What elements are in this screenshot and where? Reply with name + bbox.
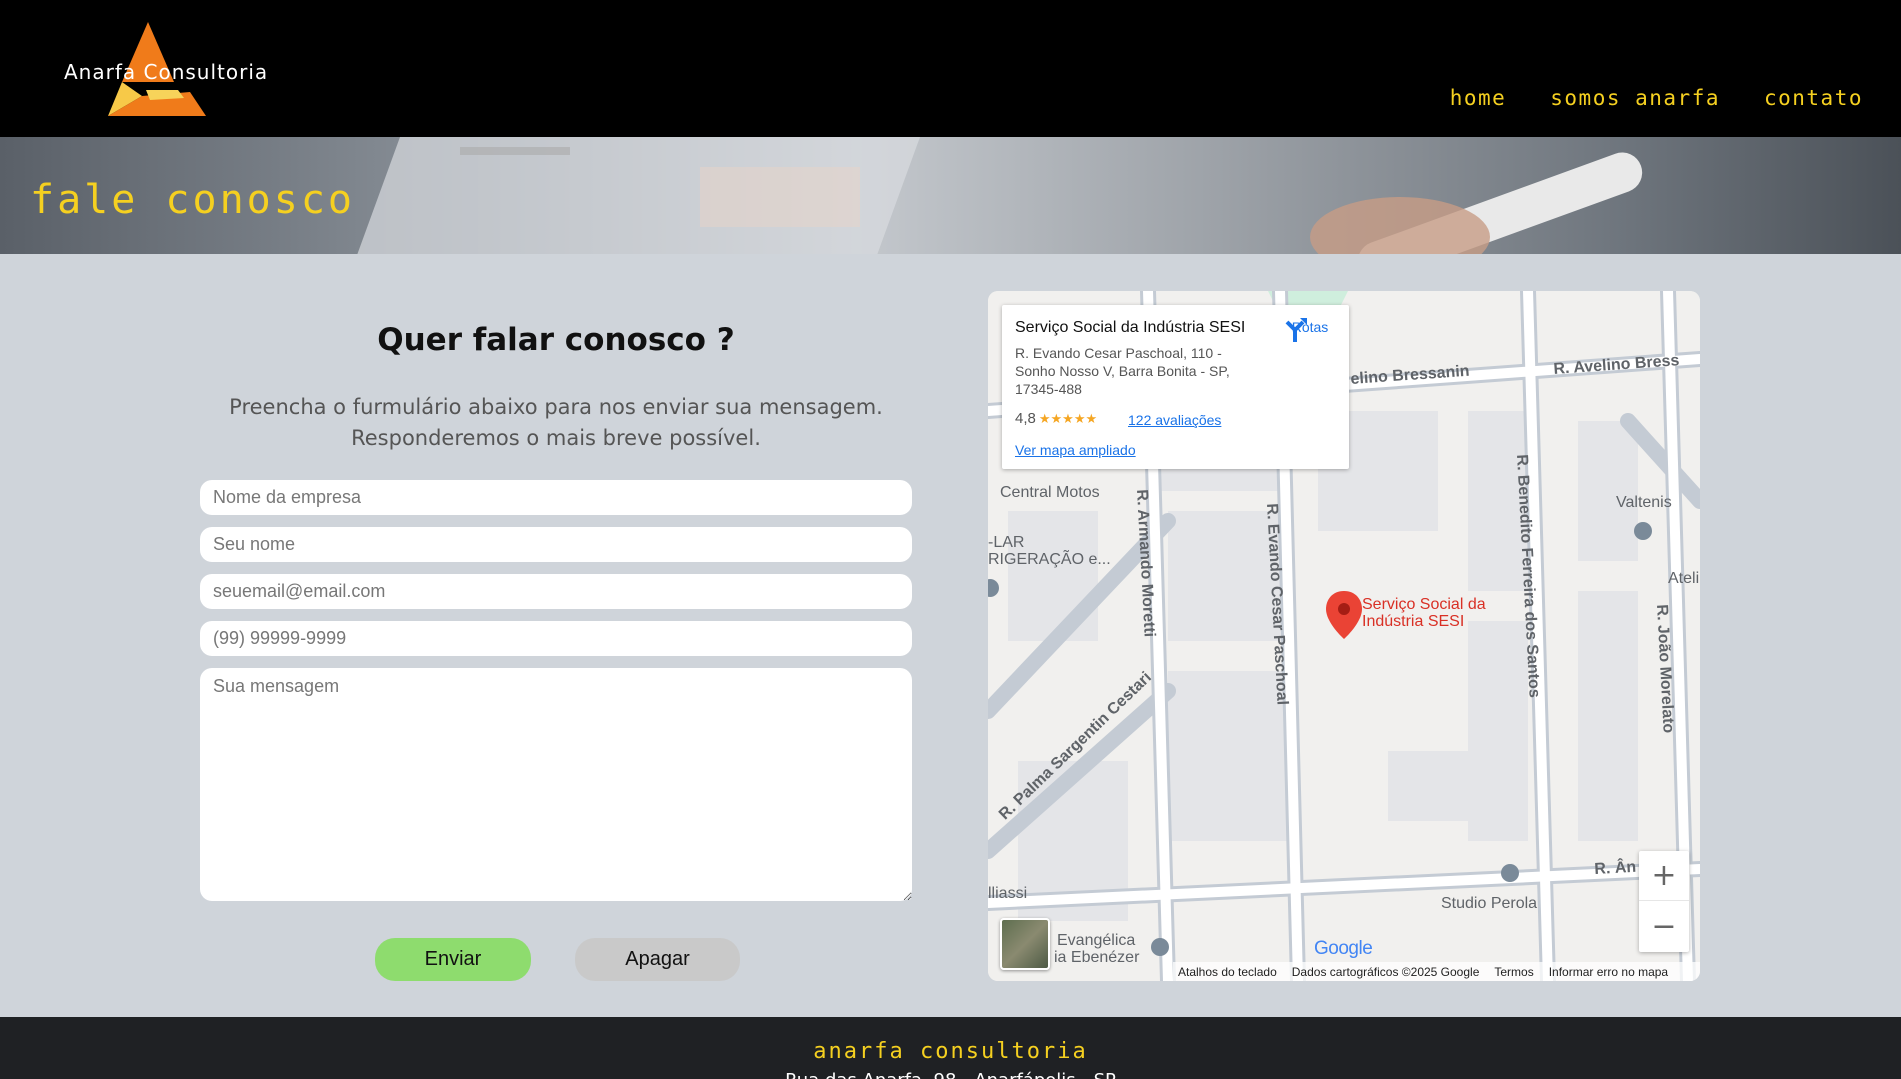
map-place-evangelica: Evangélica (1057, 932, 1136, 949)
main-nav: Home Somos Anarfa Contato (1450, 86, 1863, 110)
directions-button[interactable]: Rotas (1282, 317, 1338, 342)
map-info-card: Serviço Social da Indústria SESI R. Evan… (1002, 305, 1349, 469)
phone-input[interactable] (200, 621, 912, 656)
map-place-central-motos: Central Motos (1000, 484, 1100, 501)
map-data-attribution: Dados cartográficos ©2025 Google (1291, 964, 1480, 979)
site-footer: Anarfa consultoria Rua das Anarfa, 98 - … (0, 1017, 1901, 1079)
form-subtitle-line-1: Preencha o furmulário abaixo para nos en… (229, 395, 883, 419)
your-name-input[interactable] (200, 527, 912, 562)
map-place-valtenis: Valtenis (1616, 494, 1672, 511)
star-rating-icon: ★★★★★ (1038, 411, 1098, 426)
site-header: Anarfa Consultoria Home Somos Anarfa Con… (0, 0, 1901, 137)
map-place-lar: -LAR (988, 534, 1025, 551)
nav-somos-anarfa[interactable]: Somos Anarfa (1550, 86, 1720, 110)
satellite-view-toggle[interactable] (1000, 918, 1050, 970)
form-subtitle-line-2: Responderemos o mais breve possível. (351, 426, 761, 450)
page-banner: Fale conosco (0, 137, 1901, 254)
embedded-map[interactable]: Central Motos Valtenis Studio Perola Ate… (988, 291, 1700, 981)
map-place-refrigeracao: RIGERAÇÃO e... (988, 551, 1111, 568)
footer-title: Anarfa consultoria (813, 1039, 1088, 1064)
map-place-ebenezer: ia Ebenézer (1054, 949, 1140, 966)
nav-contato[interactable]: Contato (1764, 86, 1863, 110)
map-pin-label[interactable]: Serviço Social da Indústria SESI (1362, 596, 1486, 630)
email-input[interactable] (200, 574, 912, 609)
map-attribution-bar: Atalhos do teclado Dados cartográficos ©… (1173, 962, 1700, 981)
map-pin-label-line-2: Indústria SESI (1362, 613, 1465, 630)
map-pin-label-line-1: Serviço Social da (1362, 596, 1486, 613)
map-place-ateli: Ateli (1668, 570, 1700, 587)
send-button[interactable]: Enviar (375, 938, 531, 981)
zoom-out-button[interactable]: − (1639, 901, 1689, 951)
report-map-error-link[interactable]: Informar erro no mapa (1549, 965, 1668, 979)
footer-address: Rua das Anarfa, 98 - Anarfápolis - SP (0, 1070, 1901, 1079)
logo-text: Anarfa Consultoria (64, 60, 269, 84)
directions-icon (1285, 318, 1307, 342)
map-place-address: R. Evando Cesar Paschoal, 110 - Sonho No… (1015, 345, 1230, 397)
message-textarea[interactable] (200, 668, 912, 901)
terms-link[interactable]: Termos (1494, 965, 1533, 979)
keyboard-shortcuts-link[interactable]: Atalhos do teclado (1178, 965, 1277, 979)
map-place-studio-perola: Studio Perola (1441, 895, 1538, 912)
form-title: Quer falar conosco ? (377, 322, 735, 358)
clear-button[interactable]: Apagar (575, 938, 740, 981)
logo[interactable]: Anarfa Consultoria (60, 20, 270, 120)
map-street-an: R. Ân (1594, 858, 1637, 878)
map-zoom-controls: + − (1639, 851, 1689, 952)
map-place-name: Serviço Social da Indústria SESI (1015, 319, 1246, 336)
google-logo: Google (1314, 938, 1373, 959)
map-rating-value: 4,8 (1015, 410, 1036, 427)
zoom-in-button[interactable]: + (1639, 851, 1689, 901)
map-reviews-link[interactable]: 122 avaliações (1128, 412, 1221, 428)
larger-map-link[interactable]: Ver mapa ampliado (1015, 442, 1136, 458)
banner-title: Fale conosco (30, 177, 355, 223)
form-subtitle: Preencha o furmulário abaixo para nos en… (200, 392, 912, 454)
map-place-lliassi: lliassi (988, 885, 1028, 902)
nav-home[interactable]: Home (1450, 86, 1507, 110)
company-name-input[interactable] (200, 480, 912, 515)
map-rating: 4,8 ★★★★★ (1015, 410, 1097, 427)
